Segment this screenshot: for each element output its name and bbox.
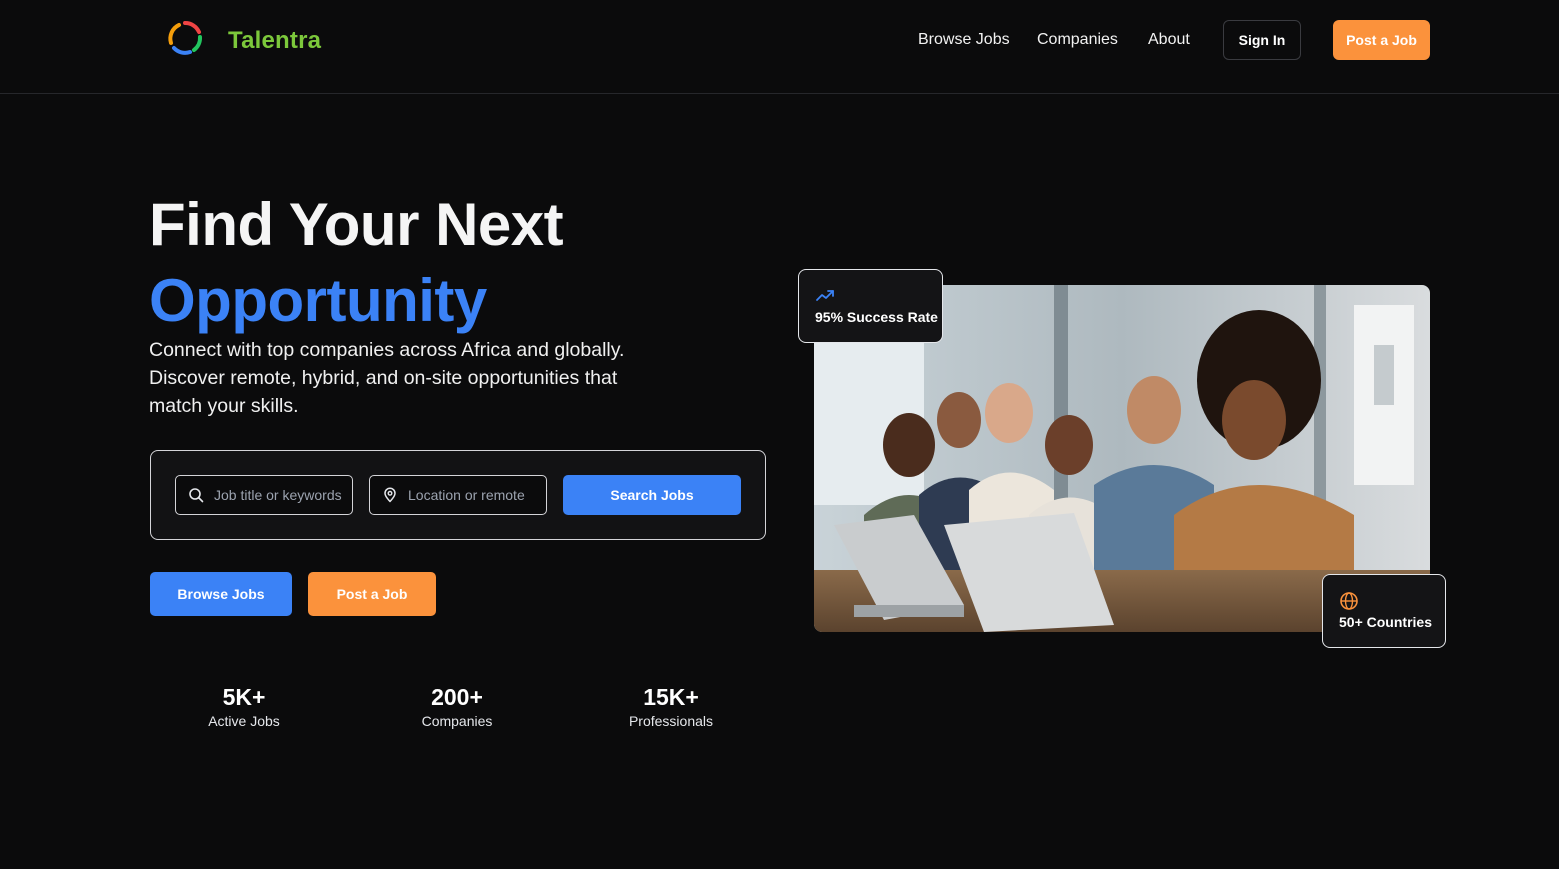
- countries-badge: 50+ Countries: [1322, 574, 1446, 648]
- stat-professionals: 15K+ Professionals: [591, 684, 751, 729]
- post-job-button[interactable]: Post a Job: [308, 572, 436, 616]
- hero-description: Connect with top companies across Africa…: [149, 339, 625, 417]
- header-post-job-button[interactable]: Post a Job: [1333, 20, 1430, 60]
- job-keyword-input[interactable]: [214, 487, 344, 503]
- stat-value: 15K+: [643, 684, 699, 710]
- stat-value: 200+: [431, 684, 483, 710]
- hero-title-line1: Find Your Next: [149, 191, 564, 258]
- stat-label: Active Jobs: [208, 713, 280, 729]
- trending-up-icon: [816, 290, 834, 301]
- nav-about[interactable]: About: [1148, 31, 1190, 49]
- success-rate-badge: 95% Success Rate: [798, 269, 943, 343]
- map-pin-icon: [384, 487, 396, 503]
- browse-jobs-button[interactable]: Browse Jobs: [150, 572, 292, 616]
- globe-icon: [1340, 592, 1358, 610]
- nav-companies[interactable]: Companies: [1037, 31, 1118, 49]
- location-input[interactable]: [408, 487, 538, 503]
- hero-title-highlight: Opportunity: [149, 267, 487, 334]
- stat-active-jobs: 5K+ Active Jobs: [164, 684, 324, 729]
- brand-name[interactable]: Talentra: [228, 27, 321, 55]
- site-header: Talentra Browse Jobs Companies About Sig…: [0, 0, 1559, 94]
- search-icon: [189, 488, 204, 503]
- sign-in-button[interactable]: Sign In: [1223, 20, 1301, 60]
- search-card: Search Jobs: [150, 450, 766, 540]
- nav-browse-jobs[interactable]: Browse Jobs: [918, 31, 1010, 49]
- stat-companies: 200+ Companies: [377, 684, 537, 729]
- search-jobs-button[interactable]: Search Jobs: [563, 475, 741, 515]
- location-search-field[interactable]: [369, 475, 547, 515]
- job-search-field[interactable]: [175, 475, 353, 515]
- countries-text: 50+ Countries: [1339, 614, 1432, 630]
- stat-label: Professionals: [628, 713, 714, 729]
- stat-label: Companies: [421, 713, 493, 729]
- stat-value: 5K+: [222, 684, 266, 710]
- success-rate-text: 95% Success Rate: [815, 309, 938, 325]
- talentra-logo-icon[interactable]: [166, 19, 204, 57]
